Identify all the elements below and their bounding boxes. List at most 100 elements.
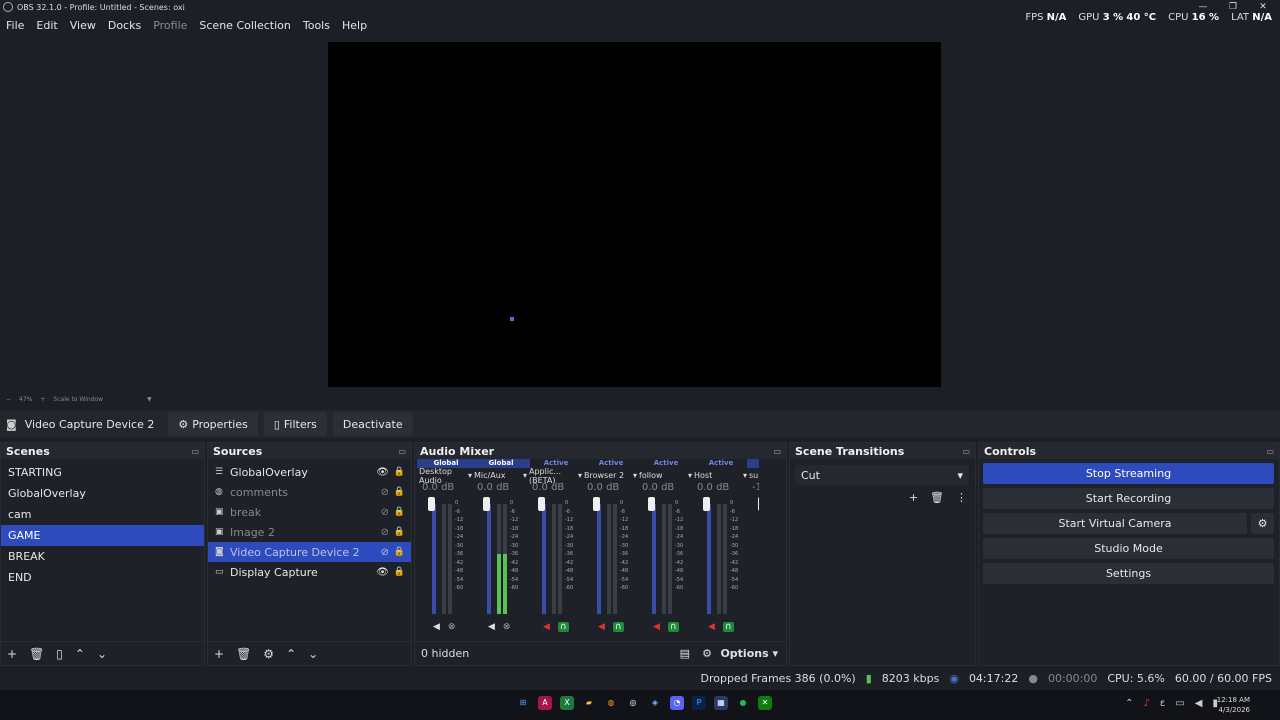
scene-item[interactable]: cam: [1, 504, 204, 525]
volume-icon[interactable]: ◀: [1195, 698, 1203, 709]
discord-icon[interactable]: ◔: [670, 696, 684, 710]
eye-icon[interactable]: 👁: [376, 567, 389, 578]
app-icon[interactable]: A: [538, 696, 552, 710]
move-down-icon[interactable]: ⌄: [97, 647, 107, 661]
fader-handle[interactable]: [648, 497, 655, 511]
deactivate-button[interactable]: Deactivate: [332, 412, 413, 436]
start-recording-button[interactable]: Start Recording: [983, 488, 1274, 509]
float-dock-icon[interactable]: ▭: [773, 447, 781, 456]
menu-profile[interactable]: Profile: [147, 19, 193, 32]
options-button[interactable]: Options ▾: [720, 647, 778, 660]
volume-fader[interactable]: [542, 504, 546, 614]
gear-icon[interactable]: ⚙: [263, 647, 274, 661]
source-item[interactable]: ▣ break ⊘ 🔒: [208, 502, 411, 522]
zoom-mode-select[interactable]: Scale to Window: [53, 396, 103, 403]
advanced-audio-icon[interactable]: ⚙: [702, 647, 712, 660]
eye-off-icon[interactable]: ⊘: [381, 527, 389, 538]
volume-fader[interactable]: [652, 504, 656, 614]
channel-name[interactable]: follow ▾: [637, 468, 695, 482]
headphones-icon[interactable]: ∩: [612, 622, 624, 632]
add-icon[interactable]: +: [7, 647, 17, 661]
float-dock-icon[interactable]: ▭: [398, 447, 406, 456]
move-down-icon[interactable]: ⌄: [308, 647, 318, 661]
monitor-off-icon[interactable]: ⊗: [448, 622, 456, 632]
language-icon[interactable]: ε: [1160, 698, 1165, 709]
filter-icon[interactable]: ▯: [56, 647, 63, 661]
mute-red-icon[interactable]: ◀: [598, 622, 605, 632]
float-dock-icon[interactable]: ▭: [1266, 447, 1274, 456]
menu-edit[interactable]: Edit: [30, 19, 63, 32]
filters-button[interactable]: ▯ Filters: [263, 412, 327, 436]
lock-icon[interactable]: 🔒: [394, 567, 405, 577]
scene-item-selected[interactable]: GAME: [1, 525, 204, 546]
settings-button[interactable]: Settings: [983, 563, 1274, 584]
channel-name[interactable]: sul▾: [747, 468, 759, 482]
channel-name[interactable]: Desktop Audio ▾: [417, 467, 475, 485]
menu-docks[interactable]: Docks: [102, 19, 147, 32]
fader-handle[interactable]: [758, 497, 759, 511]
source-item[interactable]: ◍ comments ⊘ 🔒: [208, 482, 411, 502]
steam-icon[interactable]: ◈: [648, 696, 662, 710]
volume-fader[interactable]: [597, 504, 601, 614]
more-vertical-icon[interactable]: ⋮: [956, 491, 967, 504]
network-icon[interactable]: ▭: [1175, 698, 1184, 709]
scene-item[interactable]: BREAK: [1, 546, 204, 567]
program-preview[interactable]: [328, 42, 941, 387]
lock-icon[interactable]: 🔒: [394, 547, 405, 557]
volume-fader[interactable]: [432, 504, 436, 614]
fader-handle[interactable]: [593, 497, 600, 511]
add-icon[interactable]: +: [214, 647, 224, 661]
studio-mode-button[interactable]: Studio Mode: [983, 538, 1274, 559]
menu-scene-collection[interactable]: Scene Collection: [193, 19, 296, 32]
move-up-icon[interactable]: ⌃: [286, 647, 296, 661]
lock-icon[interactable]: 🔒: [394, 527, 405, 537]
xbox-icon[interactable]: ✕: [758, 696, 772, 710]
mute-red-icon[interactable]: ◀: [543, 622, 550, 632]
monitor-off-icon[interactable]: ⊗: [503, 622, 511, 632]
channel-name[interactable]: Mic/Aux ▾: [472, 468, 530, 482]
transition-select[interactable]: Cut ▾: [795, 465, 969, 485]
headphones-icon[interactable]: ∩: [722, 622, 734, 632]
mute-red-icon[interactable]: ◀: [708, 622, 715, 632]
microphone-icon[interactable]: ♪: [1144, 698, 1150, 709]
folder-icon[interactable]: ▰: [582, 696, 596, 710]
menu-file[interactable]: File: [0, 19, 30, 32]
scene-item[interactable]: END: [1, 567, 204, 588]
zoom-in-button[interactable]: +: [40, 396, 45, 403]
photoshop-icon[interactable]: P: [692, 696, 706, 710]
start-virtual-camera-button[interactable]: Start Virtual Camera: [983, 513, 1247, 534]
obs-icon[interactable]: ◎: [626, 696, 640, 710]
speaker-icon[interactable]: ◀: [488, 622, 495, 632]
float-dock-icon[interactable]: ▭: [191, 447, 199, 456]
chevron-up-icon[interactable]: ⌃: [1125, 698, 1133, 709]
menu-view[interactable]: View: [64, 19, 102, 32]
menu-help[interactable]: Help: [336, 19, 373, 32]
move-up-icon[interactable]: ⌃: [75, 647, 85, 661]
trash-icon[interactable]: 🗑: [236, 647, 251, 661]
excel-icon[interactable]: X: [560, 696, 574, 710]
layout-icon[interactable]: ▤: [680, 647, 690, 660]
lock-icon[interactable]: 🔒: [394, 507, 405, 517]
float-dock-icon[interactable]: ▭: [962, 447, 970, 456]
trash-icon[interactable]: 🗑: [930, 491, 944, 504]
source-item-selected[interactable]: ◙ Video Capture Device 2 ⊘ 🔒: [208, 542, 411, 562]
eye-icon[interactable]: 👁: [376, 467, 389, 478]
fader-handle[interactable]: [428, 497, 435, 511]
volume-fader[interactable]: [707, 504, 711, 614]
channel-name[interactable]: Applic...(BETA) ▾: [527, 467, 585, 485]
fader-handle[interactable]: [538, 497, 545, 511]
headphones-icon[interactable]: ∩: [667, 622, 679, 632]
eye-off-icon[interactable]: ⊘: [381, 507, 389, 518]
spotify-icon[interactable]: ●: [736, 696, 750, 710]
source-item[interactable]: ▭ Display Capture 👁 🔒: [208, 562, 411, 582]
eye-off-icon[interactable]: ⊘: [381, 487, 389, 498]
taskbar-clock[interactable]: 12:18 AM 4/3/2026: [1217, 695, 1250, 715]
scene-item[interactable]: GlobalOverlay: [1, 483, 204, 504]
add-icon[interactable]: +: [909, 491, 918, 504]
lock-icon[interactable]: 🔒: [394, 487, 405, 497]
menu-tools[interactable]: Tools: [297, 19, 336, 32]
channel-name[interactable]: Host ▾: [692, 468, 750, 482]
virtual-camera-settings-icon[interactable]: ⚙: [1251, 513, 1274, 534]
chrome-icon[interactable]: ◍: [604, 696, 618, 710]
source-item[interactable]: ▣ Image 2 ⊘ 🔒: [208, 522, 411, 542]
